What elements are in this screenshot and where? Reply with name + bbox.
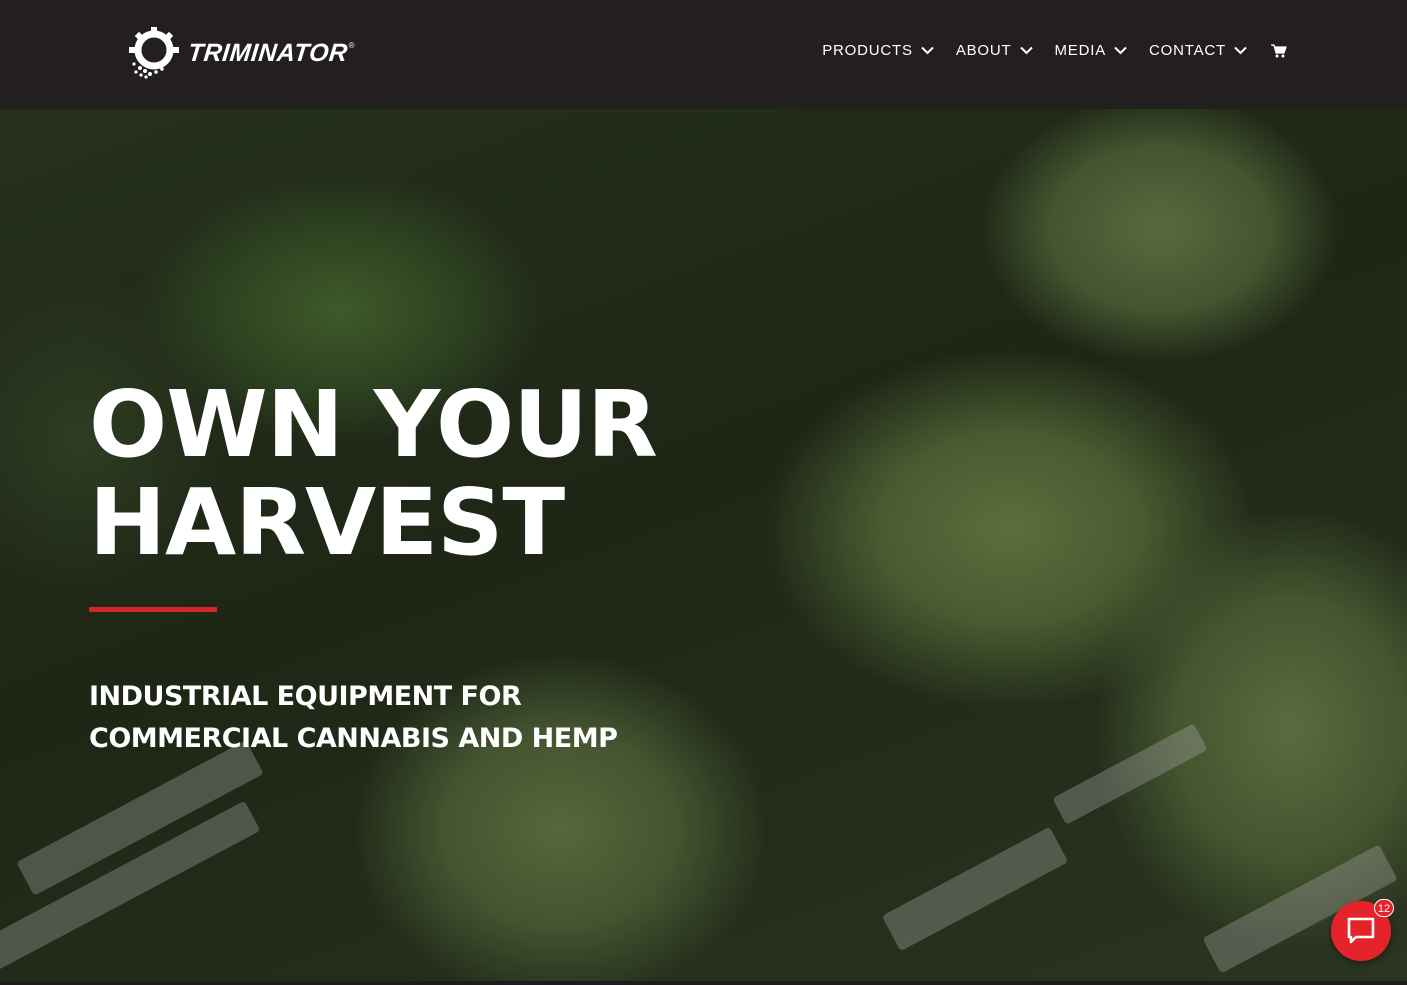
hero-headline: OWN YOUR HARVEST xyxy=(89,371,658,576)
main-nav: PRODUCTS ABOUT MEDIA CONTACT xyxy=(822,42,1287,59)
headline-divider xyxy=(89,607,217,612)
site-header: TRIMINATOR ® PRODUCTS ABOUT MEDIA CONTAC… xyxy=(0,0,1407,109)
chevron-down-icon xyxy=(1234,46,1247,55)
chevron-down-icon xyxy=(1114,46,1127,55)
page-bottom-edge xyxy=(0,981,1407,985)
gear-logo-icon xyxy=(129,27,179,79)
background-tray-bar xyxy=(1052,723,1208,825)
nav-label-media: MEDIA xyxy=(1054,42,1107,59)
nav-label-contact: CONTACT xyxy=(1149,42,1226,59)
chevron-down-icon xyxy=(1019,46,1033,55)
chat-unread-badge: 12 xyxy=(1374,899,1394,917)
cart-icon xyxy=(1271,43,1287,57)
nav-about[interactable]: ABOUT xyxy=(956,42,1033,59)
cart-button[interactable] xyxy=(1271,43,1287,58)
headline-line-2: HARVEST xyxy=(89,469,565,576)
logo-wordmark: TRIMINATOR xyxy=(186,38,350,67)
registered-mark: ® xyxy=(348,40,355,50)
nav-label-products: PRODUCTS xyxy=(822,42,913,59)
chevron-down-icon xyxy=(921,46,934,55)
nav-contact[interactable]: CONTACT xyxy=(1149,42,1247,59)
background-tray-bar xyxy=(881,826,1069,952)
headline-line-1: OWN YOUR xyxy=(89,371,658,478)
nav-media[interactable]: MEDIA xyxy=(1055,42,1128,59)
nav-products[interactable]: PRODUCTS xyxy=(822,42,934,59)
chat-icon xyxy=(1347,917,1375,944)
hero-subheading: INDUSTRIAL EQUIPMENT FOR COMMERCIAL CANN… xyxy=(89,681,618,754)
triminator-logo[interactable]: TRIMINATOR ® xyxy=(128,26,355,80)
nav-label-about: ABOUT xyxy=(955,42,1012,59)
